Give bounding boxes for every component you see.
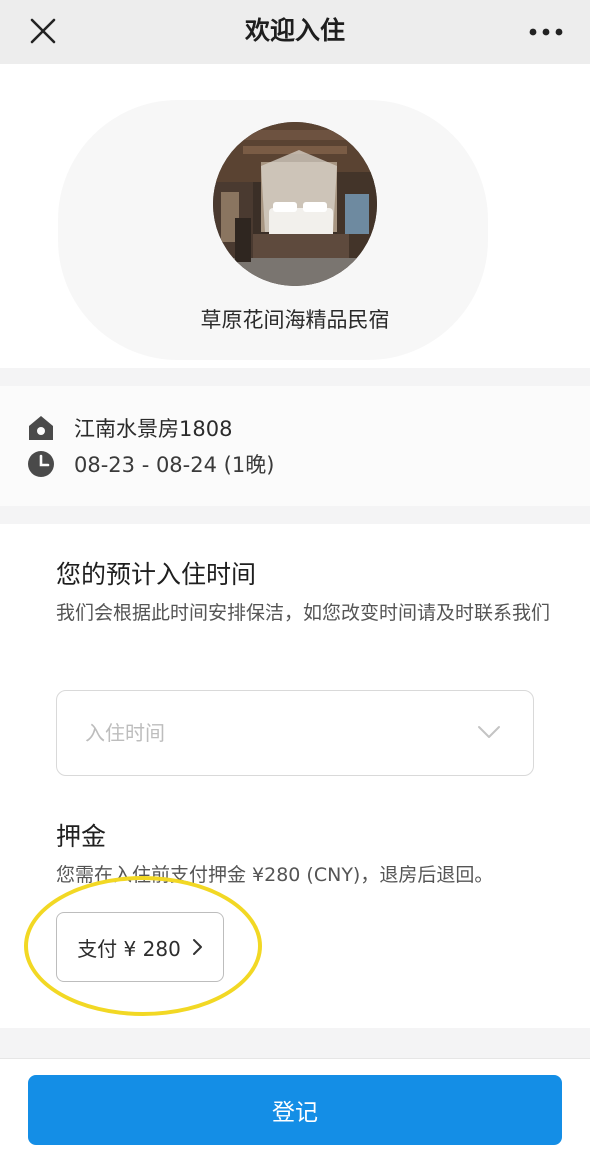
top-nav-bar: 欢迎入住 <box>0 0 590 64</box>
pay-deposit-button[interactable]: 支付 ¥ 280 <box>56 912 224 982</box>
bottom-bar: 登记 <box>0 1058 590 1163</box>
room-name: 江南水景房1808 <box>74 417 233 441</box>
checkin-time-placeholder: 入住时间 <box>85 721 165 745</box>
page-title: 欢迎入住 <box>244 16 345 45</box>
checkin-time-select[interactable]: 入住时间 <box>56 690 534 776</box>
checkin-time-description: 我们会根据此时间安排保洁，如您改变时间请及时联系我们 <box>56 602 551 624</box>
more-icon[interactable] <box>528 22 564 42</box>
chevron-right-icon <box>192 939 202 955</box>
chevron-down-icon <box>478 726 500 738</box>
dates-row: 08-23 - 08-24 (1晚) <box>26 448 274 480</box>
pay-deposit-label: 支付 ¥ 280 <box>77 936 181 961</box>
stay-dates: 08-23 - 08-24 (1晚) <box>74 453 275 477</box>
checkin-form: 您的预计入住时间 我们会根据此时间安排保洁，如您改变时间请及时联系我们 入住时间… <box>0 524 590 1028</box>
hotel-avatar <box>213 122 377 286</box>
hotel-header: 草原花间海精品民宿 <box>0 64 590 368</box>
room-row: 江南水景房1808 <box>26 412 232 444</box>
deposit-description: 您需在入住前支付押金 ¥280 (CNY)，退房后退回。 <box>56 864 494 886</box>
deposit-heading: 押金 <box>56 822 107 851</box>
home-icon <box>29 416 53 440</box>
hotel-room-photo <box>213 122 377 286</box>
hotel-name: 草原花间海精品民宿 <box>200 308 390 332</box>
register-button[interactable]: 登记 <box>28 1075 562 1145</box>
checkin-time-heading: 您的预计入住时间 <box>56 560 257 589</box>
clock-icon <box>28 451 54 477</box>
booking-info: 江南水景房1808 08-23 - 08-24 (1晚) <box>0 386 590 506</box>
